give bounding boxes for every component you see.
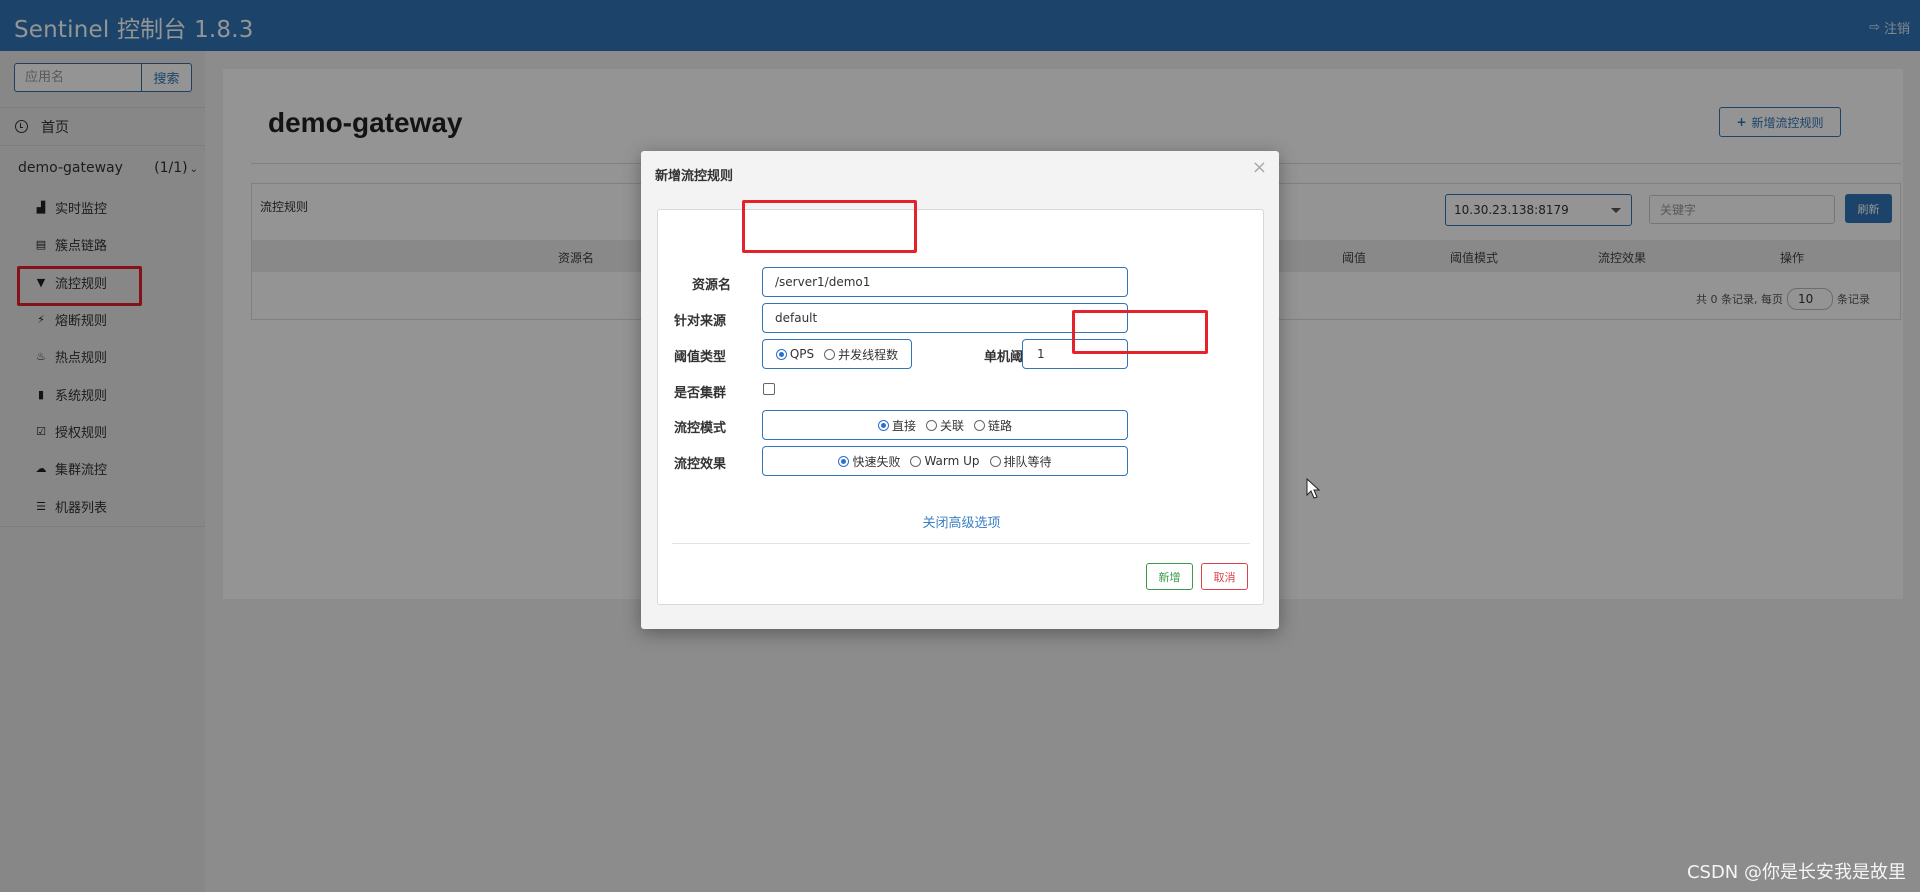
mode-chain[interactable]: 链路 bbox=[974, 417, 1012, 434]
effect-fast-fail[interactable]: 快速失败 bbox=[838, 453, 900, 470]
dialog-form: 资源名 /server1/demo1 针对来源 default 阈值类型 QPS… bbox=[657, 209, 1264, 605]
radio-icon bbox=[974, 419, 985, 431]
add-button[interactable]: 新增 bbox=[1146, 563, 1193, 590]
mode-label: 流控模式 bbox=[674, 421, 727, 436]
cluster-checkbox[interactable] bbox=[763, 383, 775, 395]
footer-divider bbox=[672, 543, 1250, 544]
radio-icon bbox=[824, 348, 836, 360]
cancel-button[interactable]: 取消 bbox=[1201, 563, 1248, 590]
watermark: CSDN @你是长安我是故里 bbox=[1686, 862, 1906, 883]
effect-label: 流控效果 bbox=[674, 457, 727, 472]
toggle-advanced-link[interactable]: 关闭高级选项 bbox=[658, 512, 1265, 531]
resource-label: 资源名 bbox=[692, 278, 732, 293]
threshold-type-qps[interactable]: QPS bbox=[775, 347, 814, 361]
add-flow-rule-dialog: 新增流控规则 × 资源名 /server1/demo1 针对来源 default… bbox=[641, 151, 1279, 629]
highlight-single-threshold bbox=[1072, 310, 1208, 354]
threshold-type-label: 阈值类型 bbox=[674, 350, 727, 365]
radio-selected-icon bbox=[877, 419, 889, 431]
mouse-cursor-icon bbox=[1306, 478, 1320, 499]
close-icon[interactable]: × bbox=[1252, 157, 1267, 178]
origin-label: 针对来源 bbox=[674, 314, 727, 329]
effect-group: 快速失败 Warm Up 排队等待 bbox=[762, 446, 1128, 476]
radio-icon bbox=[925, 419, 937, 431]
highlight-resource-name bbox=[742, 200, 917, 253]
resource-input[interactable]: /server1/demo1 bbox=[762, 267, 1128, 297]
radio-selected-icon bbox=[838, 455, 850, 467]
mode-group: 直接 关联 链路 bbox=[762, 410, 1128, 440]
cluster-label: 是否集群 bbox=[674, 386, 727, 401]
radio-icon bbox=[989, 455, 1001, 467]
mode-direct[interactable]: 直接 bbox=[877, 417, 916, 434]
radio-icon bbox=[910, 455, 922, 467]
mode-relate[interactable]: 关联 bbox=[925, 417, 964, 434]
effect-queue[interactable]: 排队等待 bbox=[989, 453, 1052, 470]
radio-selected-icon bbox=[775, 348, 787, 360]
effect-warm-up[interactable]: Warm Up bbox=[910, 454, 980, 468]
threshold-type-threads[interactable]: 并发线程数 bbox=[824, 346, 898, 363]
threshold-type-group: QPS 并发线程数 bbox=[762, 339, 912, 369]
dialog-title: 新增流控规则 bbox=[655, 169, 734, 184]
